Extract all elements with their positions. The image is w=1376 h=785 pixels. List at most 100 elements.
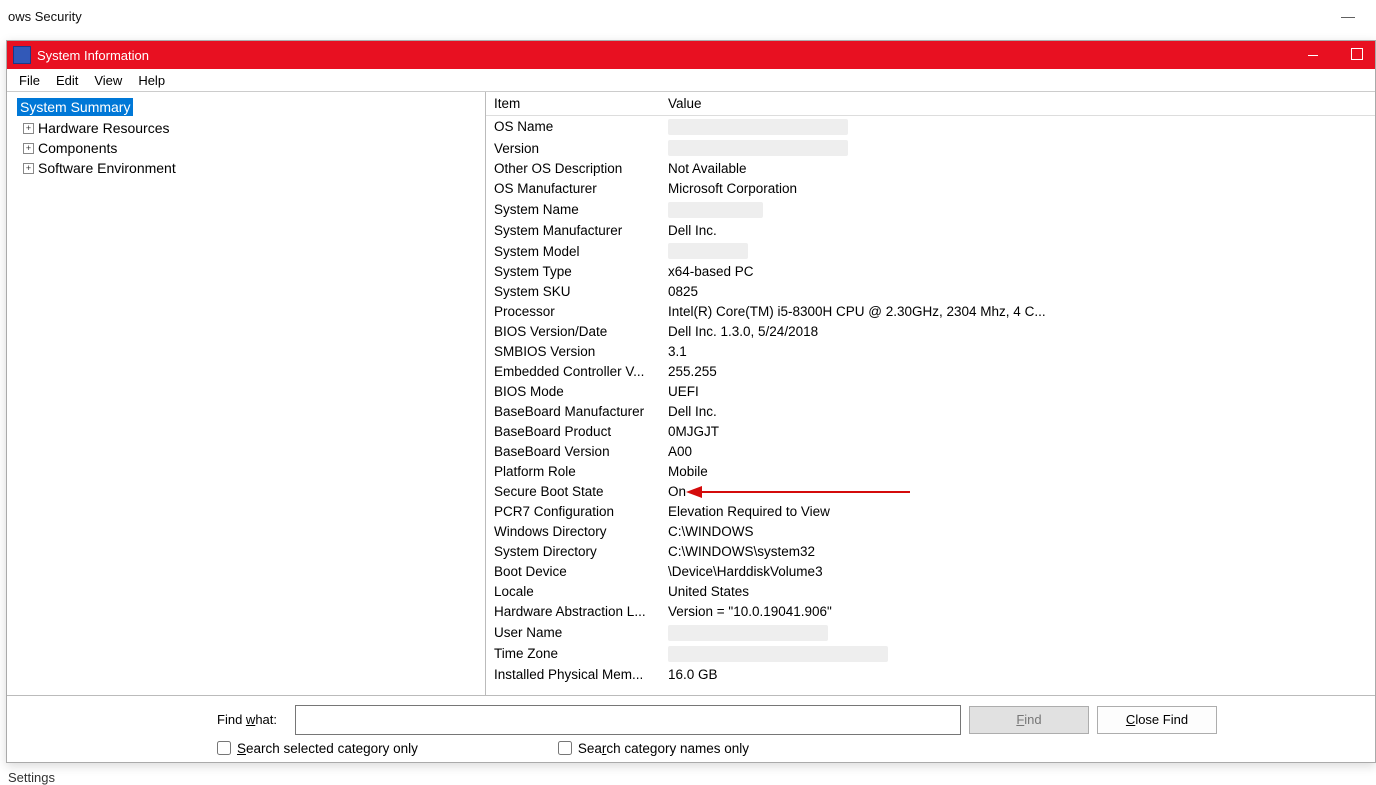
row-item: System SKU: [486, 282, 660, 302]
row-item: BIOS Version/Date: [486, 322, 660, 342]
find-label: Find what:: [17, 712, 287, 727]
row-value: C:\WINDOWS\system32: [660, 542, 1375, 562]
row-value: Elevation Required to View: [660, 502, 1375, 522]
row-value: Dell Inc. 1.3.0, 5/24/2018: [660, 322, 1375, 342]
row-item: Time Zone: [486, 643, 660, 664]
row-item: Platform Role: [486, 462, 660, 482]
row-item: Processor: [486, 302, 660, 322]
window-title: System Information: [37, 48, 149, 63]
search-selected-checkbox[interactable]: Search selected category only: [217, 741, 418, 756]
row-item: SMBIOS Version: [486, 342, 660, 362]
details-pane[interactable]: Item Value OS NameVersionOther OS Descri…: [486, 92, 1375, 695]
table-row[interactable]: Windows DirectoryC:\WINDOWS: [486, 522, 1375, 542]
table-row[interactable]: Boot Device\Device\HarddiskVolume3: [486, 562, 1375, 582]
table-row[interactable]: SMBIOS Version3.1: [486, 342, 1375, 362]
table-row[interactable]: LocaleUnited States: [486, 582, 1375, 602]
find-button[interactable]: Find: [969, 706, 1089, 734]
menu-edit[interactable]: Edit: [48, 71, 86, 90]
table-row[interactable]: BaseBoard ManufacturerDell Inc.: [486, 402, 1375, 422]
expand-icon[interactable]: +: [23, 123, 34, 134]
tree-label: Hardware Resources: [38, 120, 170, 136]
titlebar[interactable]: System Information: [7, 41, 1375, 69]
checkbox-input[interactable]: [217, 741, 231, 755]
row-item: BaseBoard Manufacturer: [486, 402, 660, 422]
table-row[interactable]: System ManufacturerDell Inc.: [486, 220, 1375, 240]
expand-icon[interactable]: +: [23, 143, 34, 154]
row-item: Boot Device: [486, 562, 660, 582]
row-item: Secure Boot State: [486, 482, 660, 502]
row-value: C:\WINDOWS: [660, 522, 1375, 542]
table-row[interactable]: User Name: [486, 622, 1375, 643]
row-value: UEFI: [660, 382, 1375, 402]
table-row[interactable]: System SKU0825: [486, 282, 1375, 302]
tree-label: Components: [38, 140, 117, 156]
table-row[interactable]: System Model: [486, 240, 1375, 261]
table-row[interactable]: Hardware Abstraction L...Version = "10.0…: [486, 602, 1375, 622]
row-value: [660, 240, 1375, 261]
maximize-button[interactable]: [1343, 48, 1371, 63]
table-row[interactable]: ProcessorIntel(R) Core(TM) i5-8300H CPU …: [486, 302, 1375, 322]
row-item: OS Name: [486, 116, 660, 138]
row-item: Locale: [486, 582, 660, 602]
table-row[interactable]: BIOS ModeUEFI: [486, 382, 1375, 402]
row-item: System Directory: [486, 542, 660, 562]
table-row[interactable]: Installed Physical Mem...16.0 GB: [486, 665, 1375, 685]
table-row[interactable]: OS Name: [486, 116, 1375, 138]
row-item: System Model: [486, 240, 660, 261]
column-header-item[interactable]: Item: [486, 92, 660, 116]
row-value: On: [660, 482, 1375, 502]
table-row[interactable]: System Typex64-based PC: [486, 262, 1375, 282]
row-value: Intel(R) Core(TM) i5-8300H CPU @ 2.30GHz…: [660, 302, 1375, 322]
table-row[interactable]: Platform RoleMobile: [486, 462, 1375, 482]
tree-node-hardware[interactable]: + Hardware Resources: [13, 118, 479, 138]
menu-file[interactable]: File: [11, 71, 48, 90]
table-row[interactable]: System Name: [486, 199, 1375, 220]
row-item: System Type: [486, 262, 660, 282]
row-item: BIOS Mode: [486, 382, 660, 402]
row-value: 0825: [660, 282, 1375, 302]
table-row[interactable]: BaseBoard Product0MJGJT: [486, 422, 1375, 442]
app-icon: [13, 46, 31, 64]
row-item: BaseBoard Version: [486, 442, 660, 462]
table-row[interactable]: Embedded Controller V...255.255: [486, 362, 1375, 382]
minimize-button[interactable]: [1299, 48, 1327, 62]
column-header-value[interactable]: Value: [660, 92, 1375, 116]
table-row[interactable]: Version: [486, 137, 1375, 158]
row-value: A00: [660, 442, 1375, 462]
table-row[interactable]: Time Zone: [486, 643, 1375, 664]
table-row[interactable]: PCR7 ConfigurationElevation Required to …: [486, 502, 1375, 522]
find-input[interactable]: [295, 705, 961, 735]
row-value: [660, 643, 1375, 664]
bg-title: ows Security: [8, 9, 82, 24]
menu-view[interactable]: View: [86, 71, 130, 90]
tree-node-system-summary[interactable]: System Summary: [13, 96, 479, 118]
table-row[interactable]: Secure Boot StateOn: [486, 482, 1375, 502]
row-value: [660, 622, 1375, 643]
tree-pane[interactable]: System Summary + Hardware Resources + Co…: [7, 92, 486, 695]
table-row[interactable]: System DirectoryC:\WINDOWS\system32: [486, 542, 1375, 562]
annotation-arrow: [700, 491, 910, 493]
row-item: Hardware Abstraction L...: [486, 602, 660, 622]
table-row[interactable]: BIOS Version/DateDell Inc. 1.3.0, 5/24/2…: [486, 322, 1375, 342]
table-row[interactable]: BaseBoard VersionA00: [486, 442, 1375, 462]
close-find-button[interactable]: Close Find: [1097, 706, 1217, 734]
row-item: User Name: [486, 622, 660, 643]
table-row[interactable]: Other OS DescriptionNot Available: [486, 159, 1375, 179]
checkbox-input[interactable]: [558, 741, 572, 755]
menu-help[interactable]: Help: [130, 71, 173, 90]
bg-minimize-button[interactable]: —: [1328, 8, 1368, 24]
bg-settings-item[interactable]: Settings: [8, 770, 55, 785]
table-row[interactable]: OS ManufacturerMicrosoft Corporation: [486, 179, 1375, 199]
details-table: Item Value OS NameVersionOther OS Descri…: [486, 92, 1375, 685]
row-item: System Name: [486, 199, 660, 220]
row-value: Mobile: [660, 462, 1375, 482]
find-bar: Find what: Find Close Find Search select…: [7, 695, 1375, 762]
tree-node-software[interactable]: + Software Environment: [13, 158, 479, 178]
expand-icon[interactable]: +: [23, 163, 34, 174]
tree-node-components[interactable]: + Components: [13, 138, 479, 158]
content-area: System Summary + Hardware Resources + Co…: [7, 92, 1375, 695]
search-names-checkbox[interactable]: Search category names only: [558, 741, 749, 756]
row-value: Not Available: [660, 159, 1375, 179]
row-item: Windows Directory: [486, 522, 660, 542]
row-item: OS Manufacturer: [486, 179, 660, 199]
